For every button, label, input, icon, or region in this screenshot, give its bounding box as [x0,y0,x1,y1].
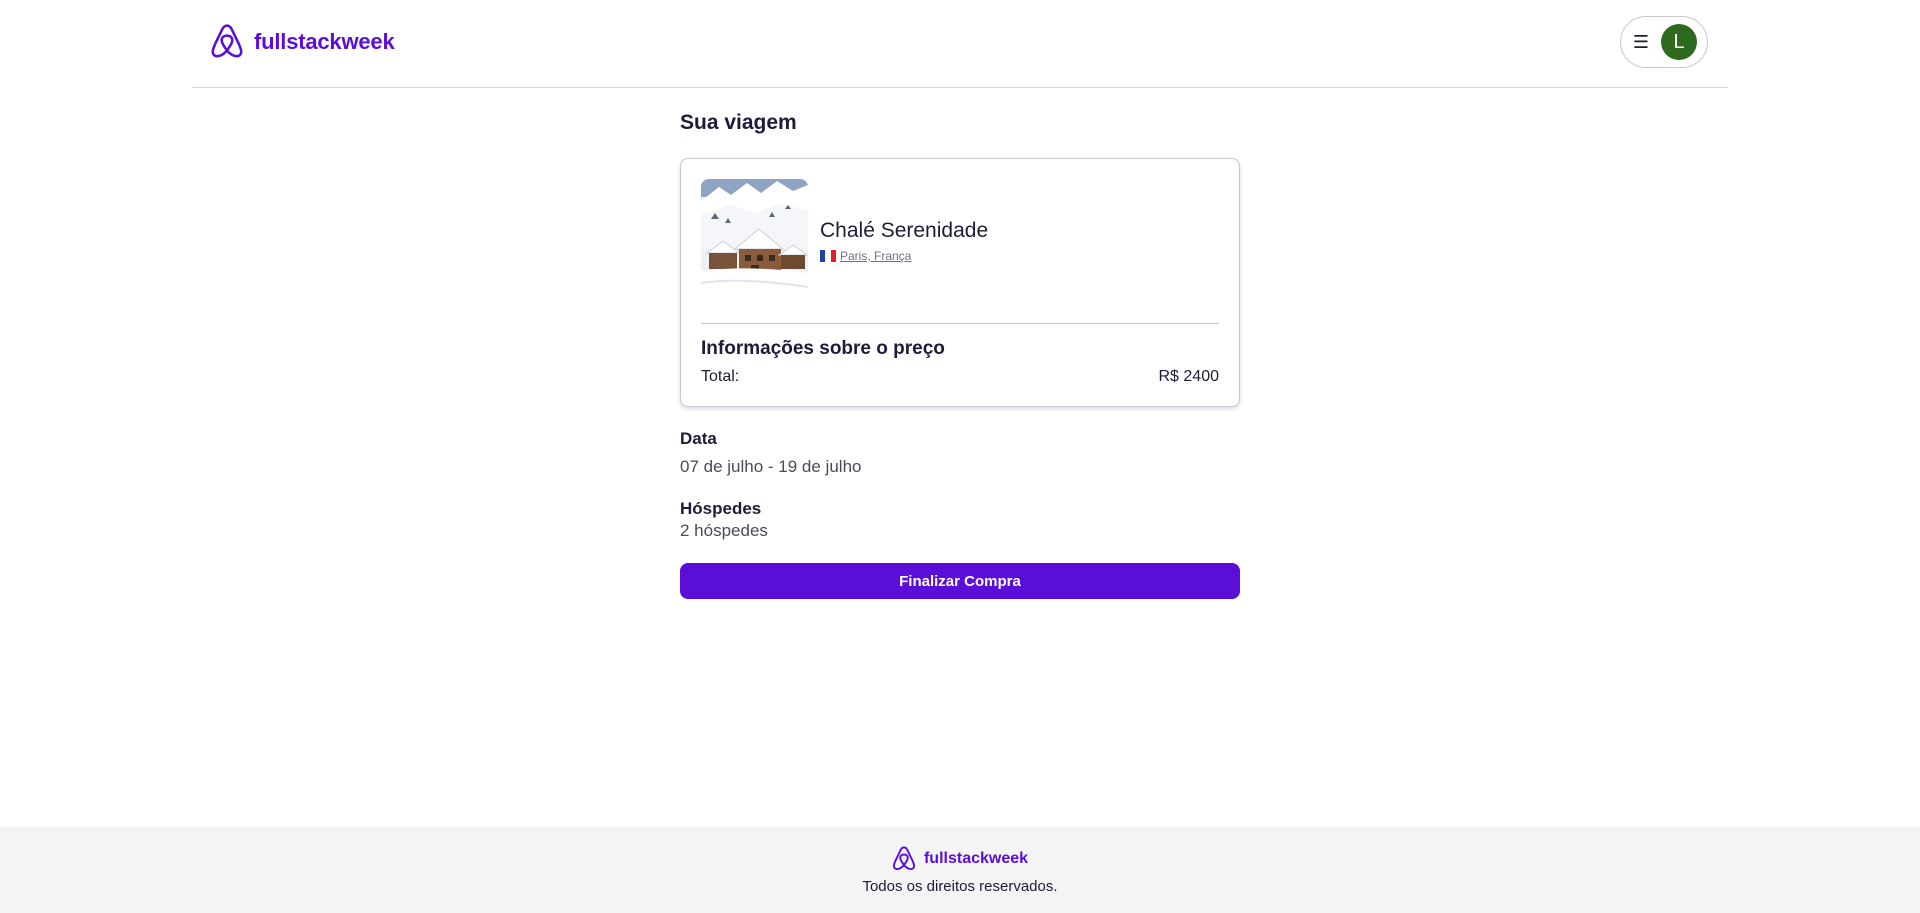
trip-card: Chalé Serenidade Paris, França Informaçõ… [680,158,1240,407]
footer-brand-name: fullstackweek [923,849,1029,867]
date-value: 07 de julho - 19 de julho [680,457,862,476]
airbnb-logo-icon [892,845,916,870]
trip-name: Chalé Serenidade [820,219,989,242]
france-flag-icon [820,250,836,262]
brand-logo-link[interactable]: fullstackweek [210,22,395,62]
header: fullstackweek ☰ L [192,0,1728,88]
location-link[interactable]: Paris, França [840,249,911,263]
footer-copyright: Todos os direitos reservados. [862,877,1058,895]
checkout-button[interactable]: Finalizar Compra [680,563,1240,599]
page-title: Sua viagem [680,111,797,134]
footer-brand: fullstackweek [892,845,1029,872]
brand-name: fullstackweek [254,29,395,54]
guests-section: Hóspedes 2 hóspedes [680,499,1240,541]
avatar: L [1661,24,1697,60]
trip-info: Chalé Serenidade Paris, França [820,179,988,303]
total-label: Total: [701,368,740,385]
price-info-title: Informações sobre o preço [701,338,945,359]
guests-value: 2 hóspedes [680,521,768,540]
footer: fullstackweek Todos os direitos reservad… [0,827,1920,913]
snowy-chalet-image [701,179,808,303]
date-label: Data [680,429,717,448]
trip-image [701,179,808,303]
total-value: R$ 2400 [1158,368,1220,385]
guests-label: Hóspedes [680,499,762,518]
hamburger-icon: ☰ [1632,32,1649,52]
page: fullstackweek ☰ L Sua viagem Chalé Seren… [0,0,1920,913]
date-section: Data 07 de julho - 19 de julho [680,429,1240,477]
main-content: Sua viagem Chalé Serenidade Paris, Franç… [680,100,1240,599]
price-total-row: Total: R$ 2400 [701,368,1219,386]
trip-summary: Chalé Serenidade Paris, França [701,179,1219,324]
trip-location: Paris, França [820,249,988,263]
airbnb-logo-icon [211,24,243,58]
user-menu-button[interactable]: ☰ L [1620,16,1708,68]
